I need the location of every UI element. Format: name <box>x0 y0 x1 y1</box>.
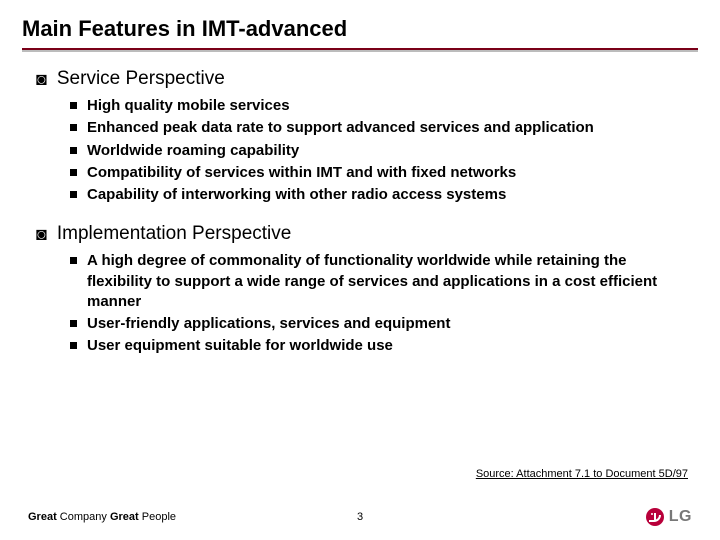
list-item: Enhanced peak data rate to support advan… <box>70 118 684 138</box>
tagline-bold: Great <box>110 511 139 523</box>
list-item: Worldwide roaming capability <box>70 141 684 161</box>
section-heading: Service Perspective <box>57 68 225 90</box>
list-item: Capability of interworking with other ra… <box>70 185 684 205</box>
item-text: Worldwide roaming capability <box>87 141 299 161</box>
fisheye-bullet-icon: ◙ <box>36 69 47 91</box>
square-bullet-icon <box>70 342 77 349</box>
square-bullet-icon <box>70 147 77 154</box>
section-implementation: ◙ Implementation Perspective A high degr… <box>36 223 684 356</box>
tagline-plain: Company <box>57 511 110 523</box>
item-text: A high degree of commonality of function… <box>87 251 684 312</box>
item-text: Compatibility of services within IMT and… <box>87 163 516 183</box>
content-area: ◙ Service Perspective High quality mobil… <box>0 52 720 357</box>
square-bullet-icon <box>70 320 77 327</box>
list-item: High quality mobile services <box>70 96 684 116</box>
tagline-plain: People <box>139 511 176 523</box>
section-header: ◙ Implementation Perspective <box>36 223 684 245</box>
section-header: ◙ Service Perspective <box>36 68 684 90</box>
lg-face-icon <box>646 508 664 526</box>
item-text: Capability of interworking with other ra… <box>87 185 506 205</box>
page-number: 3 <box>357 511 363 523</box>
list-item: A high degree of commonality of function… <box>70 251 684 312</box>
item-text: User equipment suitable for worldwide us… <box>87 336 393 356</box>
tagline-bold: Great <box>28 511 57 523</box>
bullet-list: A high degree of commonality of function… <box>36 251 684 356</box>
square-bullet-icon <box>70 191 77 198</box>
square-bullet-icon <box>70 169 77 176</box>
item-text: Enhanced peak data rate to support advan… <box>87 118 594 138</box>
list-item: User equipment suitable for worldwide us… <box>70 336 684 356</box>
slide-title: Main Features in IMT-advanced <box>0 0 720 48</box>
section-heading: Implementation Perspective <box>57 223 291 245</box>
slide: Main Features in IMT-advanced ◙ Service … <box>0 0 720 540</box>
bullet-list: High quality mobile services Enhanced pe… <box>36 96 684 205</box>
section-service: ◙ Service Perspective High quality mobil… <box>36 68 684 205</box>
square-bullet-icon <box>70 102 77 109</box>
item-text: High quality mobile services <box>87 96 290 116</box>
square-bullet-icon <box>70 124 77 131</box>
footer-tagline: Great Company Great People <box>28 511 176 523</box>
fisheye-bullet-icon: ◙ <box>36 224 47 246</box>
list-item: User-friendly applications, services and… <box>70 314 684 334</box>
source-citation: Source: Attachment 7.1 to Document 5D/97 <box>476 468 688 480</box>
lg-logo-text: LG <box>669 508 692 526</box>
list-item: Compatibility of services within IMT and… <box>70 163 684 183</box>
lg-logo: LG <box>646 508 692 526</box>
square-bullet-icon <box>70 257 77 264</box>
footer: Great Company Great People 3 LG <box>0 508 720 526</box>
item-text: User-friendly applications, services and… <box>87 314 450 334</box>
